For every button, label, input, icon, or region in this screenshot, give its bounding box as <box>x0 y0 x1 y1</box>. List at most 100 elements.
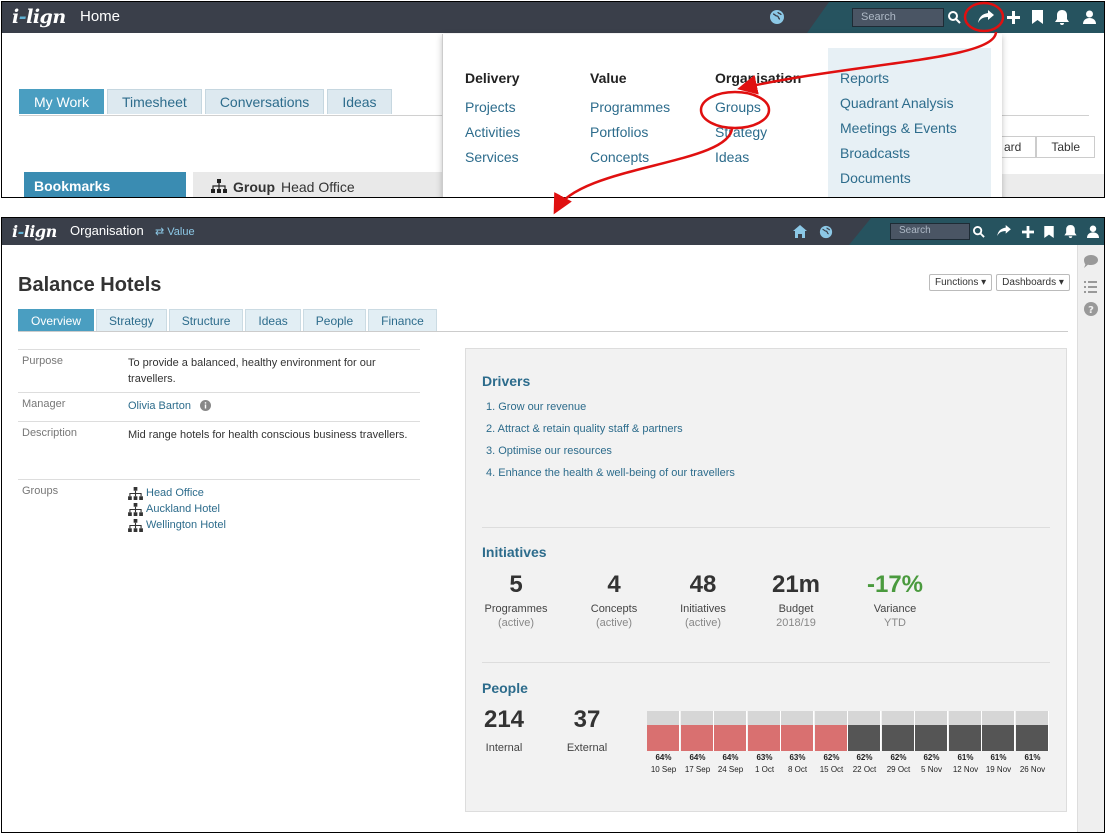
ilign-logo[interactable]: i-lign <box>12 222 57 241</box>
info-icon[interactable] <box>200 400 212 416</box>
people-bar-value-label: 61% <box>990 753 1007 762</box>
people-bar[interactable] <box>815 711 848 751</box>
people-bar[interactable] <box>1016 711 1049 751</box>
bell-icon[interactable] <box>1063 224 1077 238</box>
menu-heading-delivery: Delivery <box>465 70 520 86</box>
tab-conversations[interactable]: Conversations <box>204 89 325 114</box>
tab-strategy[interactable]: Strategy <box>96 309 167 332</box>
list-icon[interactable] <box>1084 280 1099 295</box>
menu-item-portfolios[interactable]: Portfolios <box>590 124 670 140</box>
share-arrow-icon[interactable] <box>977 9 995 25</box>
drivers-list: 1. Grow our revenue 2. Attract & retain … <box>486 401 735 489</box>
tab-my-work[interactable]: My Work <box>19 89 104 114</box>
driver-item[interactable]: 1. Grow our revenue <box>486 401 735 413</box>
functions-dropdown[interactable]: Functions ▾ <box>929 274 993 291</box>
bookmark-icon[interactable] <box>1031 10 1043 24</box>
search-icon[interactable] <box>972 225 985 238</box>
people-bar[interactable] <box>982 711 1015 751</box>
user-icon[interactable] <box>1082 10 1096 24</box>
home-icon[interactable] <box>792 224 807 239</box>
menu-item-strategy[interactable]: Strategy <box>715 124 801 140</box>
plus-icon[interactable] <box>1006 10 1020 24</box>
menu-item-programmes[interactable]: Programmes <box>590 99 670 115</box>
tab-structure[interactable]: Structure <box>168 309 244 332</box>
bookmark-icon[interactable] <box>1043 225 1054 238</box>
internal-people-stat[interactable]: 214 Internal <box>464 706 544 754</box>
menu-column-organisation: Organisation Groups Strategy Ideas <box>715 70 801 174</box>
description-label: Description <box>22 427 78 439</box>
menu-item-ideas[interactable]: Ideas <box>715 149 801 165</box>
menu-item-quadrant-analysis[interactable]: Quadrant Analysis <box>840 95 979 111</box>
people-bar-fill <box>949 725 981 751</box>
budget-stat[interactable]: 21m Budget 2018/19 <box>756 571 836 629</box>
org-chart-icon <box>211 178 227 196</box>
programmes-stat[interactable]: 5 Programmes (active) <box>476 571 556 629</box>
manager-row: Manager Olivia Barton <box>18 392 420 421</box>
driver-item[interactable]: 2. Attract & retain quality staff & part… <box>486 423 735 435</box>
tab-overview[interactable]: Overview <box>18 309 95 332</box>
manager-value: Olivia Barton <box>128 398 416 416</box>
external-people-stat[interactable]: 37 External <box>547 706 627 754</box>
search-input[interactable]: Search <box>852 8 944 27</box>
menu-item-services[interactable]: Services <box>465 149 520 165</box>
help-icon[interactable]: ? <box>1084 302 1099 317</box>
menu-item-concepts[interactable]: Concepts <box>590 149 670 165</box>
tab-finance[interactable]: Finance <box>368 309 437 332</box>
people-bar[interactable] <box>848 711 881 751</box>
table-view-button[interactable]: Table <box>1036 136 1096 158</box>
globe-icon[interactable] <box>818 224 833 239</box>
stat-label: Variance <box>873 603 917 615</box>
stat-label: Budget <box>778 603 814 615</box>
people-bar[interactable] <box>781 711 814 751</box>
group-link-label[interactable]: Wellington Hotel <box>146 517 226 533</box>
switch-to-value-link[interactable]: ⇄ Value <box>155 225 195 238</box>
people-bar-value-label: 62% <box>890 753 907 762</box>
stat-label: Internal <box>485 742 523 754</box>
menu-item-projects[interactable]: Projects <box>465 99 520 115</box>
ilign-logo[interactable]: i-lign <box>12 6 66 28</box>
user-icon[interactable] <box>1086 224 1099 238</box>
search-input[interactable]: Search <box>890 223 970 240</box>
people-bar[interactable] <box>748 711 781 751</box>
dashboards-dropdown[interactable]: Dashboards ▾ <box>996 274 1070 291</box>
share-arrow-icon[interactable] <box>996 224 1012 238</box>
concepts-stat[interactable]: 4 Concepts (active) <box>574 571 654 629</box>
group-link-label[interactable]: Auckland Hotel <box>146 501 220 517</box>
people-bar[interactable] <box>647 711 680 751</box>
menu-item-activities[interactable]: Activities <box>465 124 520 140</box>
group-head-office-header[interactable]: Group Head Office <box>193 172 443 197</box>
driver-item[interactable]: 4. Enhance the health & well-being of ou… <box>486 467 735 479</box>
globe-icon[interactable] <box>769 9 785 25</box>
tab-ideas[interactable]: Ideas <box>327 89 392 114</box>
bookmarks-panel-header[interactable]: Bookmarks <box>24 172 186 197</box>
people-bar-date-label: 10 Sep <box>650 765 677 774</box>
menu-item-broadcasts[interactable]: Broadcasts <box>840 145 979 161</box>
plus-icon[interactable] <box>1021 225 1034 238</box>
menu-item-reports[interactable]: Reports <box>840 70 979 86</box>
people-bar[interactable] <box>882 711 915 751</box>
people-bar[interactable] <box>915 711 948 751</box>
tab-ideas[interactable]: Ideas <box>245 309 301 332</box>
bell-icon[interactable] <box>1055 9 1069 25</box>
initiatives-stat[interactable]: 48 Initiatives (active) <box>663 571 743 629</box>
group-link-wellington-hotel[interactable]: Wellington Hotel <box>128 517 416 533</box>
people-bar[interactable] <box>949 711 982 751</box>
search-icon[interactable] <box>947 10 961 24</box>
menu-item-documents[interactable]: Documents <box>840 170 979 186</box>
group-link-head-office[interactable]: Head Office <box>128 485 416 501</box>
group-link-auckland-hotel[interactable]: Auckland Hotel <box>128 501 416 517</box>
variance-stat[interactable]: -17% Variance YTD <box>855 571 935 629</box>
overview-dashboard: Drivers 1. Grow our revenue 2. Attract &… <box>465 348 1067 812</box>
driver-item[interactable]: 3. Optimise our resources <box>486 445 735 457</box>
tab-people[interactable]: People <box>302 309 367 332</box>
people-bar[interactable] <box>714 711 747 751</box>
group-link-label[interactable]: Head Office <box>146 485 204 501</box>
comment-icon[interactable] <box>1084 255 1099 270</box>
tab-timesheet[interactable]: Timesheet <box>106 89 202 114</box>
menu-item-meetings-events[interactable]: Meetings & Events <box>840 120 979 136</box>
people-bar-value-label: 64% <box>689 753 706 762</box>
people-bar-fill <box>1016 725 1048 751</box>
people-bar[interactable] <box>681 711 714 751</box>
manager-link[interactable]: Olivia Barton <box>128 400 191 412</box>
menu-item-groups[interactable]: Groups <box>715 99 801 115</box>
